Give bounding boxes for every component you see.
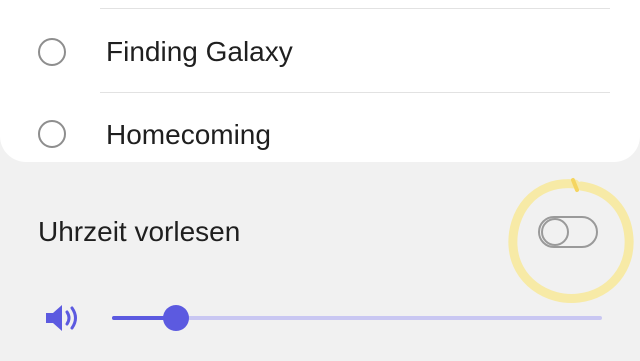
toggle-knob <box>541 218 569 246</box>
list-divider <box>100 92 610 93</box>
list-item-label: Finding Galaxy <box>106 36 293 67</box>
speaker-volume-icon <box>46 305 77 331</box>
volume-slider[interactable] <box>112 304 602 332</box>
list-item-label: Homecoming <box>106 119 271 150</box>
read-time-label: Uhrzeit vorlesen <box>38 216 241 247</box>
list-divider <box>100 8 610 9</box>
read-time-toggle[interactable] <box>538 216 598 248</box>
radio-homecoming[interactable] <box>38 120 66 148</box>
volume-slider-thumb[interactable] <box>163 305 189 331</box>
radio-finding-galaxy[interactable] <box>38 38 66 66</box>
ringtone-list-card: Finding Galaxy Homecoming <box>0 0 640 162</box>
